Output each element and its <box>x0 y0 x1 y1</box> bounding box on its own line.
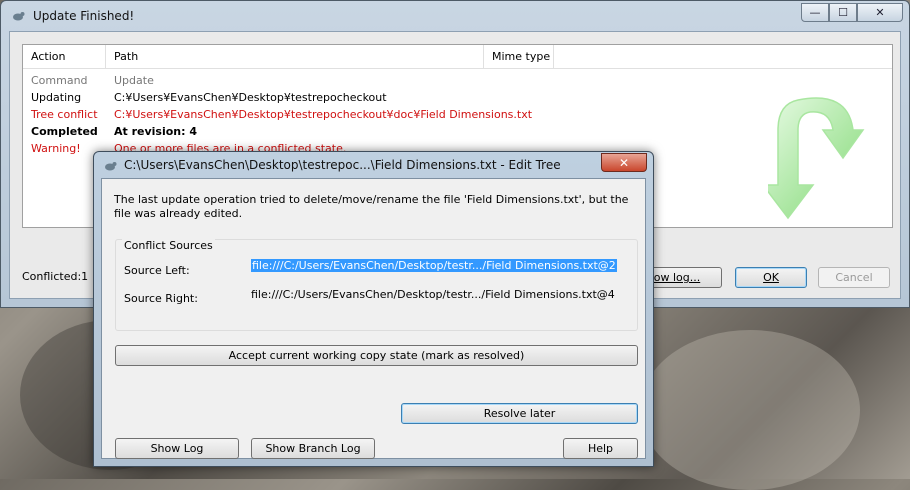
column-header-path[interactable]: Path <box>106 45 484 69</box>
row-path: Update <box>114 74 154 87</box>
row-action: Warning! <box>31 142 81 155</box>
column-header-action[interactable]: Action <box>23 45 106 69</box>
row-action: Command <box>31 74 88 87</box>
tortoise-icon <box>105 162 117 171</box>
conflict-sources-group: Conflict Sources Source Left: file:///C:… <box>115 239 638 331</box>
ok-button[interactable]: OK <box>735 267 807 288</box>
list-item[interactable]: Command Update <box>23 72 892 89</box>
row-action: Completed <box>31 125 98 138</box>
list-item[interactable]: Updating C:¥Users¥EvansChen¥Desktop¥test… <box>23 89 892 106</box>
row-action: Tree conflict <box>31 108 98 121</box>
row-path: At revision: 4 <box>114 125 198 138</box>
close-button[interactable]: ✕ <box>857 3 903 22</box>
row-path: C:¥Users¥EvansChen¥Desktop¥testrepocheck… <box>114 91 387 104</box>
tortoise-icon <box>13 12 25 21</box>
source-right-label: Source Right: <box>124 292 198 305</box>
title-bar[interactable]: Update Finished! — ☐ ✕ <box>1 1 909 31</box>
resolve-later-button[interactable]: Resolve later <box>401 403 638 424</box>
edit-tree-conflicts-dialog: C:\Users\EvansChen\Desktop\testrepoc...\… <box>93 151 654 467</box>
list-item[interactable]: Completed At revision: 4 <box>23 123 892 140</box>
maximize-button[interactable]: ☐ <box>829 3 857 22</box>
accept-working-copy-button[interactable]: Accept current working copy state (mark … <box>115 345 638 366</box>
update-arrow-icon <box>768 97 865 220</box>
source-left-label: Source Left: <box>124 264 190 277</box>
row-action: Updating <box>31 91 82 104</box>
show-log-button[interactable]: Show Log <box>115 438 239 459</box>
show-branch-log-button[interactable]: Show Branch Log <box>251 438 375 459</box>
window-title: Update Finished! <box>33 9 135 23</box>
minimize-button[interactable]: — <box>801 3 829 22</box>
conflicted-count: Conflicted:1 <box>22 270 89 283</box>
column-header-mime[interactable]: Mime type <box>484 45 554 69</box>
group-title: Conflict Sources <box>122 239 215 252</box>
conflict-message: The last update operation tried to delet… <box>114 193 629 220</box>
dialog-close-button[interactable]: ✕ <box>601 153 647 172</box>
dialog-title: C:\Users\EvansChen\Desktop\testrepoc...\… <box>124 158 564 172</box>
source-left-value[interactable]: file:///C:/Users/EvansChen/Desktop/testr… <box>251 259 617 272</box>
cancel-button[interactable]: Cancel <box>818 267 890 288</box>
help-button[interactable]: Help <box>563 438 638 459</box>
wallpaper-shape <box>640 330 860 490</box>
list-header: Action Path Mime type <box>23 45 892 69</box>
source-right-value[interactable]: file:///C:/Users/EvansChen/Desktop/testr… <box>251 288 615 301</box>
list-item[interactable]: Tree conflict C:¥Users¥EvansChen¥Desktop… <box>23 106 892 123</box>
row-path: C:¥Users¥EvansChen¥Desktop¥testrepocheck… <box>114 108 533 121</box>
dialog-client: The last update operation tried to delet… <box>101 178 646 459</box>
